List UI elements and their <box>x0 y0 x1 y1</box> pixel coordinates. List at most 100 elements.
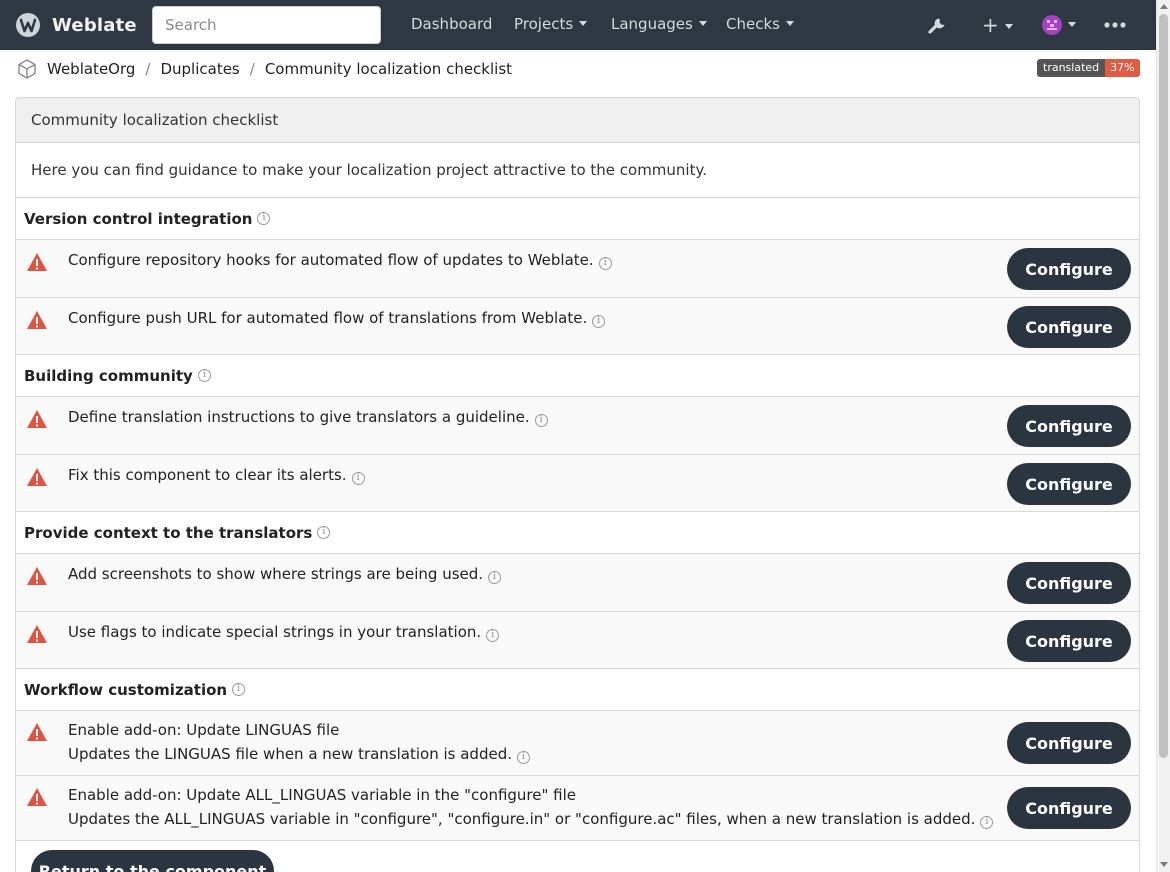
warning-icon <box>27 253 47 271</box>
translated-status-badge[interactable]: translated 37% <box>1037 59 1140 77</box>
chevron-down-icon <box>698 21 707 26</box>
wrench-icon[interactable] <box>927 15 949 35</box>
plus-icon: + <box>982 13 999 37</box>
brand-name: Weblate <box>52 14 137 36</box>
item-text: Use flags to indicate special strings in… <box>68 620 500 644</box>
warning-icon <box>27 567 47 585</box>
section-version-control: Version control integration i <box>16 197 1139 239</box>
item-label: Use flags to indicate special strings in… <box>68 623 482 641</box>
item-text: Enable add-on: Update LINGUAS file Updat… <box>68 718 530 766</box>
chevron-down-icon <box>785 21 794 26</box>
info-icon[interactable]: i <box>351 472 365 485</box>
checklist-panel: Community localization checklist Here yo… <box>15 97 1140 872</box>
top-navbar: Weblate Dashboard Projects Languages Che… <box>0 0 1156 50</box>
checklist-item: Add screenshots to show where strings ar… <box>16 553 1139 611</box>
breadcrumb: WeblateOrg / Duplicates / Community loca… <box>16 58 512 80</box>
warning-icon <box>27 625 47 643</box>
configure-button[interactable]: Configure <box>1007 620 1131 662</box>
nav-checks[interactable]: Checks <box>726 15 794 33</box>
info-icon[interactable]: i <box>592 315 606 328</box>
item-label: Configure repository hooks for automated… <box>68 251 594 269</box>
scroll-thumb[interactable] <box>1159 14 1168 758</box>
addon-description: Updates the LINGUAS file when a new tran… <box>68 745 512 763</box>
nav-projects[interactable]: Projects <box>514 15 588 33</box>
return-to-component-button[interactable]: Return to the component <box>31 850 274 872</box>
badge-label: translated <box>1037 59 1106 77</box>
addon-title: Enable add-on: Update ALL_LINGUAS variab… <box>68 786 577 804</box>
panel-title: Community localization checklist <box>16 98 1139 143</box>
nav-languages[interactable]: Languages <box>611 15 707 33</box>
badge-value: 37% <box>1105 59 1140 77</box>
checklist-item: Configure push URL for automated flow of… <box>16 297 1139 355</box>
checklist-item: Configure repository hooks for automated… <box>16 239 1139 297</box>
checklist-item: Enable add-on: Update ALL_LINGUAS variab… <box>16 775 1139 840</box>
add-menu[interactable]: + <box>982 15 1013 35</box>
warning-icon <box>27 410 47 428</box>
info-icon[interactable]: i <box>232 683 246 696</box>
addon-description: Updates the ALL_LINGUAS variable in "con… <box>68 810 976 828</box>
item-text: Add screenshots to show where strings ar… <box>68 562 502 586</box>
user-menu[interactable] <box>1042 15 1076 35</box>
chevron-down-icon <box>1068 21 1076 27</box>
breadcrumb-separator: / <box>145 60 151 78</box>
checklist-item: Fix this component to clear its alerts. i… <box>16 454 1139 512</box>
section-title: Building community <box>24 366 193 385</box>
section-title: Workflow customization <box>24 680 228 699</box>
configure-button[interactable]: Configure <box>1007 722 1131 764</box>
scroll-down-arrow-icon[interactable] <box>1160 862 1168 867</box>
configure-button[interactable]: Configure <box>1007 463 1131 505</box>
nav-dashboard-label: Dashboard <box>411 15 493 33</box>
info-icon[interactable]: i <box>257 212 271 225</box>
configure-button[interactable]: Configure <box>1007 306 1131 348</box>
nav-checks-label: Checks <box>726 15 780 33</box>
item-text: Configure repository hooks for automated… <box>68 248 612 272</box>
section-workflow-customization: Workflow customization i <box>16 668 1139 710</box>
chevron-down-icon <box>579 21 588 26</box>
item-label: Fix this component to clear its alerts. <box>68 466 347 484</box>
nav-dashboard[interactable]: Dashboard <box>411 15 492 33</box>
addon-title: Enable add-on: Update LINGUAS file <box>68 721 340 739</box>
nav-languages-label: Languages <box>611 15 693 33</box>
info-icon[interactable]: i <box>980 816 994 829</box>
nav-projects-label: Projects <box>514 15 574 33</box>
scroll-up-arrow-icon[interactable] <box>1160 4 1168 9</box>
page-scrollbar[interactable] <box>1156 0 1170 872</box>
info-icon[interactable]: i <box>517 751 530 764</box>
breadcrumb-organization[interactable]: WeblateOrg <box>47 60 135 78</box>
info-icon[interactable]: i <box>488 571 502 584</box>
info-icon[interactable]: i <box>317 526 331 539</box>
brand-link[interactable]: Weblate <box>14 12 137 38</box>
warning-icon <box>27 468 47 486</box>
configure-button[interactable]: Configure <box>1007 562 1131 604</box>
search-input[interactable] <box>152 6 381 44</box>
warning-icon <box>27 723 47 741</box>
checklist-item: Enable add-on: Update LINGUAS file Updat… <box>16 710 1139 775</box>
info-icon[interactable]: i <box>486 629 500 642</box>
item-text: Enable add-on: Update ALL_LINGUAS variab… <box>68 783 994 831</box>
section-building-community: Building community i <box>16 354 1139 396</box>
warning-icon <box>27 788 47 806</box>
item-text: Define translation instructions to give … <box>68 405 548 429</box>
checklist-item: Define translation instructions to give … <box>16 396 1139 454</box>
breadcrumb-project[interactable]: Duplicates <box>160 60 239 78</box>
item-text: Configure push URL for automated flow of… <box>68 306 606 330</box>
item-text: Fix this component to clear its alerts. i <box>68 463 365 487</box>
more-icon[interactable] <box>1104 22 1126 28</box>
avatar <box>1042 15 1062 35</box>
info-icon[interactable]: i <box>534 414 548 427</box>
configure-button[interactable]: Configure <box>1007 787 1131 829</box>
checklist-item: Use flags to indicate special strings in… <box>16 611 1139 669</box>
breadcrumb-separator: / <box>249 60 255 78</box>
item-label: Configure push URL for automated flow of… <box>68 309 588 327</box>
configure-button[interactable]: Configure <box>1007 248 1131 290</box>
info-icon[interactable]: i <box>197 369 211 382</box>
weblate-logo-icon <box>16 13 40 37</box>
section-title: Provide context to the translators <box>24 523 313 542</box>
section-title: Version control integration <box>24 209 253 228</box>
configure-button[interactable]: Configure <box>1007 405 1131 447</box>
breadcrumb-current: Community localization checklist <box>264 60 513 78</box>
item-label: Define translation instructions to give … <box>68 408 530 426</box>
info-icon[interactable]: i <box>598 257 612 270</box>
warning-icon <box>27 311 47 329</box>
item-label: Add screenshots to show where strings ar… <box>68 565 484 583</box>
